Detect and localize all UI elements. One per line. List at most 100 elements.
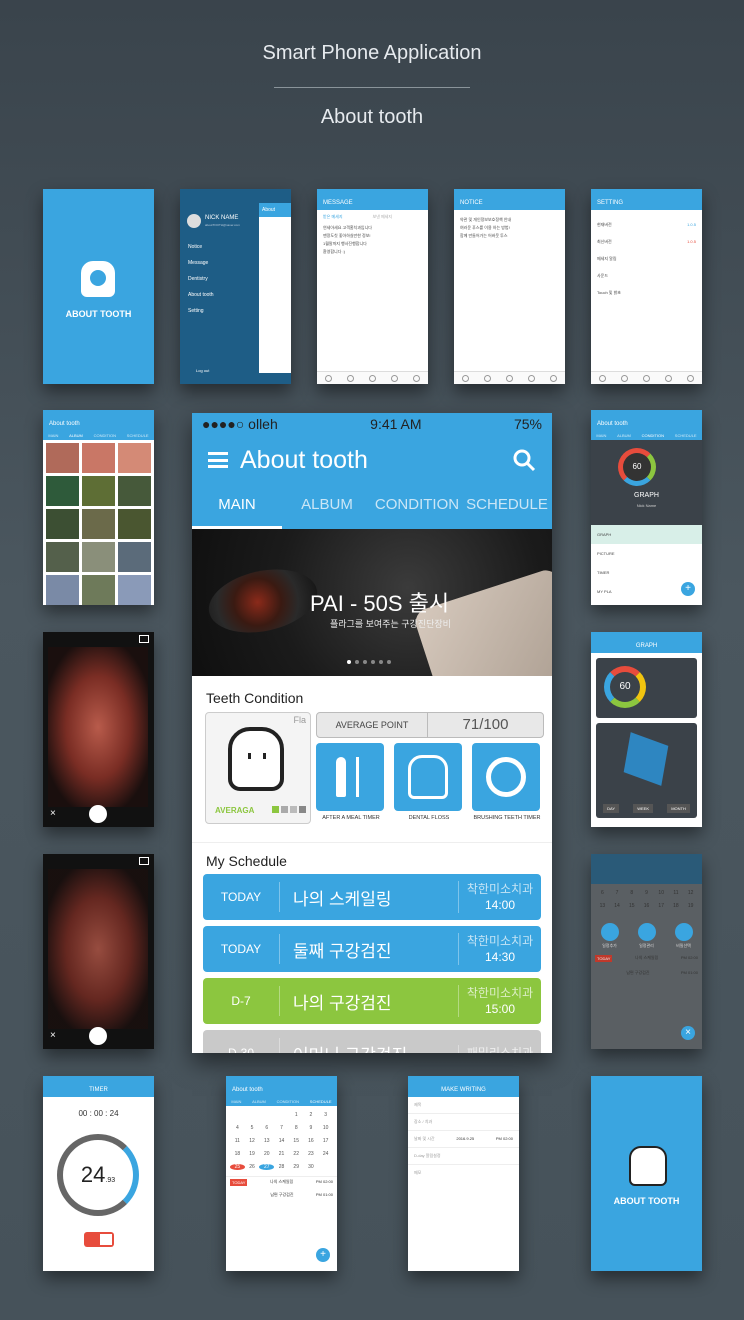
dday-toggle[interactable]: D-day 알림설정 — [408, 1148, 519, 1165]
promo-banner[interactable]: PAI - 50S 출시 플라그를 보여주는 구강진단장비 — [192, 529, 552, 676]
close-icon[interactable]: × — [50, 1030, 56, 1041]
calendar-day[interactable]: 22 — [289, 1151, 304, 1157]
meal-timer-button[interactable]: AFTER A MEAL TIMER — [316, 743, 386, 821]
calendar-day[interactable]: 12 — [245, 1138, 260, 1144]
calendar-day[interactable]: 10 — [318, 1125, 333, 1131]
close-icon[interactable]: × — [50, 808, 56, 819]
calendar-day[interactable]: 17 — [318, 1138, 333, 1144]
calendar-day[interactable]: 21 — [274, 1151, 289, 1157]
bottom-tabbar[interactable] — [591, 371, 702, 384]
manage-schedule-action[interactable] — [637, 923, 656, 941]
schedule-item[interactable]: TODAY 둘째 구강검진 착한미소치과 14:30 — [203, 926, 541, 972]
message-tab-received[interactable]: 받은 메세지 — [323, 214, 343, 220]
calendar-day[interactable]: 7 — [274, 1125, 289, 1131]
setting-row[interactable]: 최신버전 1.0.5 — [591, 233, 702, 250]
add-schedule-action[interactable] — [600, 923, 619, 941]
message-item[interactable]: 맨땅도칫 좋아하실만한 정보! — [317, 232, 428, 240]
calendar-day[interactable]: 19 — [245, 1151, 260, 1157]
setting-row[interactable]: 메세지 알림 — [591, 250, 702, 267]
bottom-tabbar[interactable] — [454, 371, 565, 384]
calendar-day[interactable]: 11 — [230, 1138, 245, 1144]
calendar-day[interactable]: 15 — [289, 1138, 304, 1144]
overlay-schedule-row[interactable]: 남편 구강검진 PM 01:00 — [591, 968, 702, 978]
close-fab[interactable]: × — [681, 1026, 695, 1040]
calendar-day[interactable]: 16 — [304, 1138, 319, 1144]
notice-screen-card[interactable]: NOTICE 약관 및 개인정보보호정책 안내 여러운 푸스를 이용 하는 방법… — [454, 189, 565, 384]
drawer-screen-card[interactable]: About NICK NAME aboutTOOTH@naver.com Not… — [180, 189, 291, 384]
message-item[interactable]: 환영합니다 :) — [317, 248, 428, 256]
place-field[interactable]: 장소 / 치과 — [408, 1114, 519, 1131]
add-button[interactable]: + — [316, 1248, 330, 1262]
calendar-day[interactable]: 30 — [304, 1164, 319, 1170]
bottom-tabbar[interactable] — [317, 371, 428, 384]
banner-pager[interactable] — [347, 660, 391, 664]
menu-icon[interactable] — [208, 452, 228, 468]
brushing-timer-button[interactable]: BRUSHING TEETH TIMER — [472, 743, 542, 821]
message-item[interactable]: 연세아세요 고객홈치과입니다 — [317, 224, 428, 232]
schedule-item[interactable]: TODAY 나의 스케일링 착한미소치과 14:00 — [203, 874, 541, 920]
add-button[interactable]: + — [681, 582, 695, 596]
end-splash-card[interactable]: ABOUT TOOTH — [591, 1076, 702, 1271]
calendar-day[interactable]: 6 — [259, 1125, 274, 1131]
schedule-overlay-card[interactable]: 6 7 8 9 10 11 12 13 14 15 16 17 18 19 일정추가 일정관리 비밀선택… — [591, 854, 702, 1049]
datetime-field[interactable]: 날짜 및 시간 2016.9.25 PM 02:00 — [408, 1131, 519, 1148]
drawer-item-setting[interactable]: Setting — [188, 303, 214, 319]
schedule-item[interactable]: D-7 나의 구강검진 착한미소치과 15:00 — [203, 978, 541, 1024]
message-item[interactable]: 1월말까지 행사진행합니다 — [317, 240, 428, 248]
drawer-item-dentistry[interactable]: Dentistry — [188, 271, 214, 287]
calendar-day[interactable]: 5 — [245, 1125, 260, 1131]
album-screen-card[interactable]: About tooth MAIN ALBUM CONDITION SCHEDULE — [43, 410, 154, 605]
tooth-status-card[interactable]: Fla AVERAGA — [205, 712, 311, 824]
menu-graph[interactable]: GRAPH — [591, 525, 702, 544]
album-tabs[interactable]: MAIN ALBUM CONDITION SCHEDULE — [43, 431, 154, 440]
calendar-day[interactable] — [274, 1112, 289, 1118]
month-button[interactable]: MONTH — [667, 804, 690, 813]
calendar-day[interactable] — [230, 1112, 245, 1118]
calendar-day[interactable]: 26 — [245, 1164, 260, 1170]
calendar-schedule-row[interactable]: 남편 구강검진 PM 01:00 — [226, 1188, 337, 1202]
calendar-tabs[interactable]: MAIN ALBUM CONDITION SCHEDULE — [226, 1097, 337, 1106]
timer-toggle[interactable] — [84, 1232, 114, 1247]
graph-menu-card[interactable]: About tooth MAIN ALBUM CONDITION SCHEDULE 6… — [591, 410, 702, 605]
shutter-button[interactable] — [89, 1027, 107, 1045]
photo-grid[interactable] — [43, 440, 154, 605]
calendar-day[interactable]: 24 — [318, 1151, 333, 1157]
notice-item[interactable]: 여러운 푸스를 이용 하는 방법! — [454, 224, 565, 232]
overlay-schedule-row[interactable]: TODAY 나의 스케일링 PM 02:00 — [591, 949, 702, 968]
camera-screen-card-2[interactable]: × — [43, 854, 154, 1049]
graph-screen-card[interactable]: GRAPH 60 DAY WEEK MONTH — [591, 632, 702, 827]
calendar-day[interactable] — [259, 1112, 274, 1118]
calendar-day[interactable]: 4 — [230, 1125, 245, 1131]
setting-row[interactable]: Touch 및 밝초 — [591, 284, 702, 301]
calendar-day[interactable]: 8 — [289, 1125, 304, 1131]
calendar-day[interactable] — [245, 1112, 260, 1118]
message-tab-sent[interactable]: 보낸 메세지 — [373, 214, 393, 220]
day-button[interactable]: DAY — [603, 804, 620, 813]
writing-screen-card[interactable]: MAKE WRITING 제목 장소 / 치과 날짜 및 시간 2016.9.25… — [408, 1076, 519, 1271]
calendar-day[interactable]: 2 — [304, 1112, 319, 1118]
drawer-item-message[interactable]: Message — [188, 255, 214, 271]
setting-screen-card[interactable]: SETTING 현재버전 1.0.5 최신버전 1.0.5 메세지 알림 사운드 T… — [591, 189, 702, 384]
calendar-grid[interactable]: 1 2 3 4 5 6 7 8 9 10 11 12 13 14 15 16 17 18 19 20 21 22 23 24 2… — [226, 1106, 337, 1176]
calendar-day[interactable]: 29 — [289, 1164, 304, 1170]
calendar-schedule-row[interactable]: TODAY 나의 스케일링 PM 02:00 — [226, 1176, 337, 1188]
calendar-day[interactable]: 23 — [304, 1151, 319, 1157]
calendar-day[interactable]: 28 — [274, 1164, 289, 1170]
floss-button[interactable]: DENTAL FLOSS — [394, 743, 464, 821]
calendar-day[interactable]: 1 — [289, 1112, 304, 1118]
calendar-day[interactable]: 20 — [259, 1151, 274, 1157]
calendar-day[interactable]: 18 — [230, 1151, 245, 1157]
menu-picture[interactable]: PICTURE — [591, 544, 702, 563]
drawer-item-about[interactable]: About tooth — [188, 287, 214, 303]
setting-row[interactable]: 현재버전 1.0.5 — [591, 216, 702, 233]
splash-screen-card[interactable]: ABOUT TOOTH — [43, 189, 154, 384]
shutter-button[interactable] — [89, 805, 107, 823]
camera-flip-icon[interactable] — [139, 857, 149, 865]
week-button[interactable]: WEEK — [633, 804, 654, 813]
tab-main[interactable]: MAIN — [192, 485, 282, 529]
camera-screen-card[interactable]: × — [43, 632, 154, 827]
drawer-item-notice[interactable]: Notice — [188, 239, 214, 255]
title-field[interactable]: 제목 — [408, 1097, 519, 1114]
calendar-day[interactable] — [318, 1164, 333, 1170]
notice-item[interactable]: 약관 및 개인정보보호정책 안내 — [454, 216, 565, 224]
